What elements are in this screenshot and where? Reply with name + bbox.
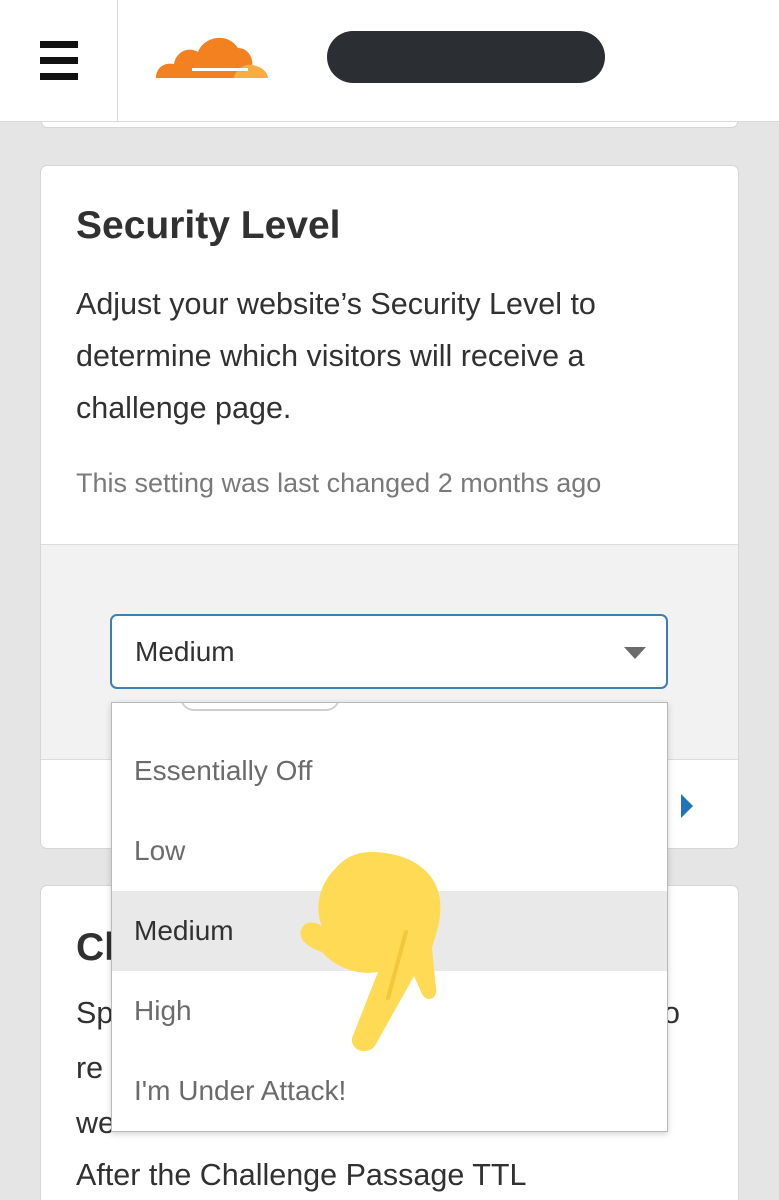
pointing-finger-emoji-icon [300, 852, 441, 1052]
option-essentially-off[interactable]: Essentially Off [112, 731, 667, 811]
card-title: Security Level [76, 204, 341, 247]
card-title: Cl [76, 926, 115, 969]
card-description-line: After the Challenge Passage TTL [76, 1158, 527, 1192]
select-value: Medium [135, 636, 235, 667]
option-label: Medium [134, 915, 234, 946]
scroll-peek-outline [180, 703, 340, 711]
card-description-line: re [76, 1051, 104, 1085]
account-name-redacted[interactable] [327, 31, 605, 83]
chevron-down-icon [624, 647, 646, 659]
last-changed-text: This setting was last changed 2 months a… [76, 468, 602, 498]
option-label: High [134, 995, 192, 1026]
option-under-attack[interactable]: I'm Under Attack! [112, 1051, 667, 1131]
card-description-line: Sp [76, 996, 114, 1030]
option-label: Essentially Off [134, 755, 313, 786]
hamburger-menu-icon [40, 41, 78, 48]
security-level-select[interactable]: Medium [110, 614, 668, 689]
card-description: Adjust your website’s Security Level to … [76, 287, 596, 425]
hamburger-menu-icon-bar [40, 57, 78, 64]
cloudflare-logo-icon[interactable] [152, 28, 270, 84]
top-navigation-bar [0, 0, 779, 122]
hamburger-menu-icon-bar [40, 73, 78, 80]
hamburger-menu-button[interactable] [0, 0, 118, 122]
card-description-line: we [76, 1106, 115, 1140]
option-label: I'm Under Attack! [134, 1075, 347, 1106]
option-label: Low [134, 835, 186, 866]
caret-right-icon[interactable] [681, 794, 693, 818]
